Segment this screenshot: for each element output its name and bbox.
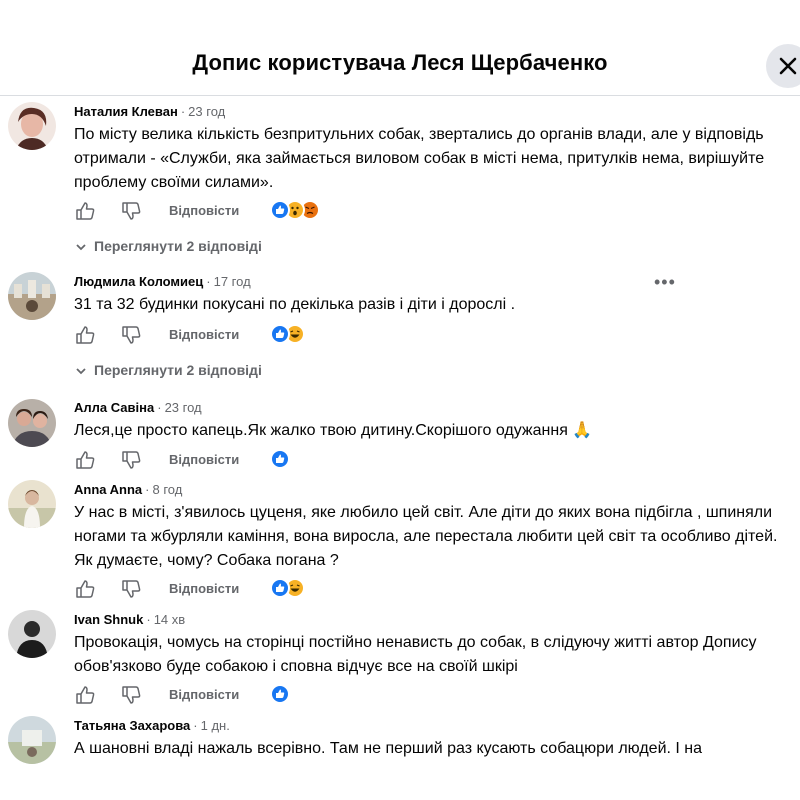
like-icon[interactable] <box>74 684 96 706</box>
avatar[interactable] <box>8 716 56 764</box>
comment-text: Провокація, чомусь на сторінці постійно … <box>74 634 757 675</box>
chevron-down-icon <box>76 368 86 375</box>
comment-time[interactable]: 1 дн. <box>201 718 230 733</box>
comment-text: 31 та 32 будинки покусані по декілька ра… <box>74 296 516 313</box>
author-name[interactable]: Алла Савіна <box>74 400 154 415</box>
like-reaction-icon <box>270 449 290 469</box>
close-icon <box>779 57 797 75</box>
comments-list: Наталия Клеван · 23 год По місту велика кі… <box>0 96 800 800</box>
avatar[interactable] <box>8 102 56 150</box>
comment-time[interactable]: 17 год <box>214 274 251 289</box>
reply-button[interactable]: Відповісти <box>169 687 239 702</box>
dislike-icon[interactable] <box>120 578 142 600</box>
like-reaction-icon <box>270 684 290 704</box>
like-icon[interactable] <box>74 449 96 471</box>
like-icon[interactable] <box>74 324 96 346</box>
close-button[interactable] <box>766 44 800 88</box>
avatar[interactable] <box>8 610 56 658</box>
like-icon[interactable] <box>74 200 96 222</box>
author-name[interactable]: Ivan Shnuk <box>74 612 143 627</box>
dislike-icon[interactable] <box>120 200 142 222</box>
dialog-header: Допис користувача Леся Щербаченко <box>0 0 800 96</box>
avatar[interactable] <box>8 399 56 447</box>
reply-button[interactable]: Відповісти <box>169 452 239 467</box>
view-replies-link[interactable]: Переглянути 2 відповіді <box>74 238 262 260</box>
reply-button[interactable]: Відповісти <box>169 581 239 596</box>
comment-text: У нас в місті, з'явилось цуценя, яке люб… <box>74 504 778 569</box>
like-reaction-icon <box>270 578 290 598</box>
comment-time[interactable]: 23 год <box>165 400 202 415</box>
dislike-icon[interactable] <box>120 449 142 471</box>
author-name[interactable]: Наталия Клеван <box>74 104 178 119</box>
like-icon[interactable] <box>74 578 96 600</box>
chevron-down-icon <box>76 244 86 251</box>
more-options-icon[interactable]: ••• <box>654 272 676 293</box>
comment-text: Леся,це просто капець.Як жалко твою дити… <box>74 422 593 439</box>
dislike-icon[interactable] <box>120 324 142 346</box>
like-reaction-icon <box>270 324 290 344</box>
view-replies-link[interactable]: Переглянути 2 відповіді <box>74 362 262 384</box>
avatar[interactable] <box>8 480 56 528</box>
comment-time[interactable]: 14 хв <box>154 612 185 627</box>
comment-text: А шановні владі нажаль всерівно. Там не … <box>74 740 703 757</box>
reply-button[interactable]: Відповісти <box>169 327 239 342</box>
comment-time[interactable]: 23 год <box>188 104 225 119</box>
author-name[interactable]: Татьяна Захарова <box>74 718 190 733</box>
reply-button[interactable]: Відповісти <box>169 203 239 218</box>
comment-text: По місту велика кількість безпритульних … <box>74 126 765 191</box>
dialog-title: Допис користувача Леся Щербаченко <box>192 50 608 75</box>
dislike-icon[interactable] <box>120 684 142 706</box>
author-name[interactable]: Людмила Коломиец <box>74 274 203 289</box>
author-name[interactable]: Anna Anna <box>74 482 142 497</box>
like-reaction-icon <box>270 200 290 220</box>
comment-time[interactable]: 8 год <box>152 482 182 497</box>
avatar[interactable] <box>8 272 56 320</box>
